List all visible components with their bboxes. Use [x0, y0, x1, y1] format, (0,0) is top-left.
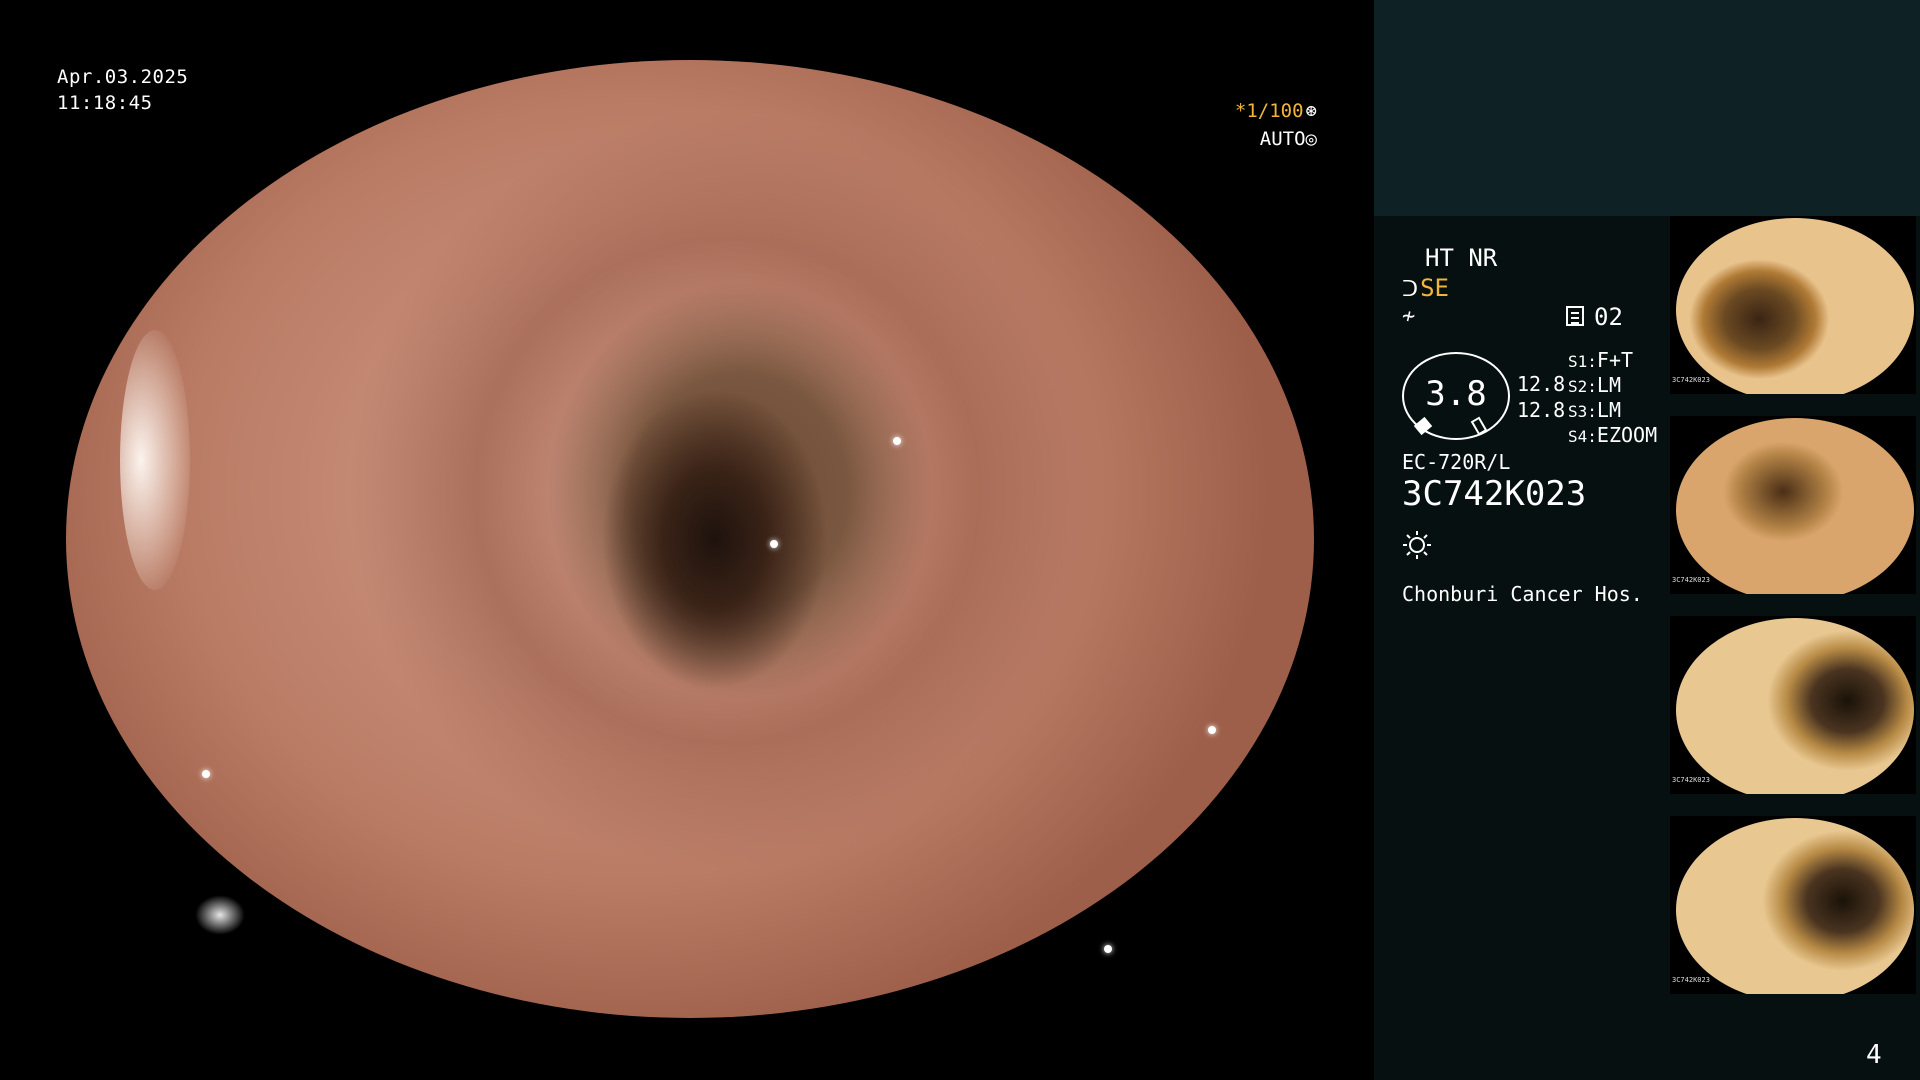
light-glare: [120, 330, 190, 590]
light-glare: [195, 895, 245, 935]
scope-serial: 3C742K023: [1402, 474, 1587, 514]
datetime: Apr.03.2025 11:18:45: [57, 64, 188, 116]
aperture-icon: ⊛: [1305, 100, 1317, 122]
readout-1: 12.8: [1517, 372, 1566, 396]
slot-4: S4:EZOOM: [1568, 423, 1658, 447]
exposure-mode: AUTO◎: [1260, 128, 1317, 150]
thumbnail-3[interactable]: 3C742K023: [1670, 616, 1916, 804]
se-indicator: ᑐSE: [1402, 274, 1449, 302]
thumbnail-4[interactable]: 3C742K023: [1670, 816, 1916, 1004]
doc-number: 02: [1594, 303, 1623, 331]
page-number: 4: [1866, 1040, 1882, 1070]
lamp-icon: [1403, 531, 1431, 559]
slot-3: S3:LM: [1568, 398, 1621, 422]
readout-2: 12.8: [1517, 398, 1566, 422]
slot-2: S2:LM: [1568, 373, 1621, 397]
iris-icon: ◎: [1305, 128, 1317, 150]
panel-header: [1374, 0, 1920, 216]
filter-icon: ≁: [1402, 304, 1416, 329]
shutter-text: *1/100: [1234, 100, 1304, 122]
scope-model: EC-720R/L: [1402, 450, 1511, 474]
mode-text: AUTO: [1259, 128, 1306, 150]
se-label: SE: [1420, 274, 1449, 302]
endoscope-view: [66, 60, 1314, 1018]
shutter-speed: *1/100 ⊛: [1235, 100, 1317, 122]
thumbnail-1[interactable]: 3C742K023: [1670, 216, 1916, 404]
gauge-value: 3.8: [1425, 374, 1487, 414]
sparkle: [202, 770, 210, 778]
document-icon: [1566, 306, 1584, 326]
time-text: 11:18:45: [57, 92, 153, 114]
sparkle: [893, 437, 901, 445]
sparkle: [770, 540, 778, 548]
slot-1: S1:F+T: [1568, 348, 1634, 372]
ht-nr-label: HT NR: [1425, 244, 1498, 272]
sparkle: [1104, 945, 1112, 953]
date-text: Apr.03.2025: [57, 66, 189, 88]
thumbnail-2[interactable]: 3C742K023: [1670, 416, 1916, 604]
sparkle: [1208, 726, 1216, 734]
structure-enhance-icon: ᑐ: [1402, 277, 1419, 302]
hospital-name: Chonburi Cancer Hos.: [1402, 582, 1643, 606]
